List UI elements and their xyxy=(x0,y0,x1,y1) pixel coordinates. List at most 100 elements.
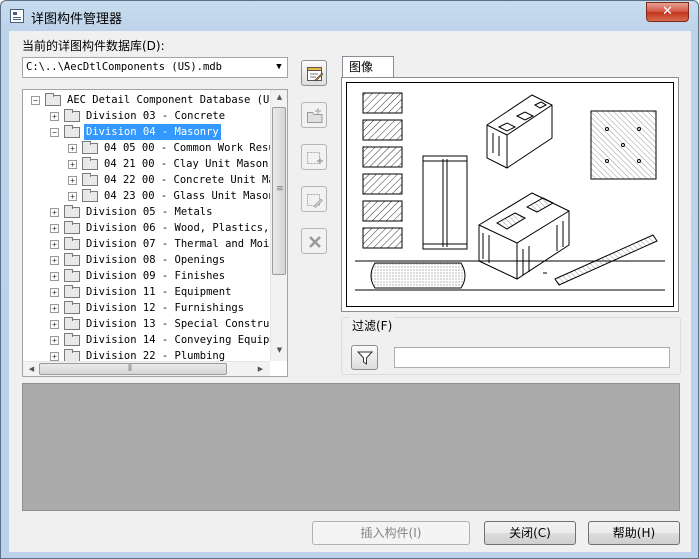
expand-icon[interactable]: + xyxy=(50,224,59,233)
tree-item-label: 04 22 00 - Concrete Unit Masonry xyxy=(104,174,270,186)
scroll-right-icon[interactable]: ▶ xyxy=(253,365,268,373)
tree-item-label: Division 12 - Furnishings xyxy=(86,302,245,314)
edit-component-button[interactable] xyxy=(301,186,327,212)
tree-item-label: Division 05 - Metals xyxy=(86,206,213,218)
app-icon xyxy=(10,9,24,23)
filter-input[interactable] xyxy=(394,347,670,368)
edit-component-icon xyxy=(307,194,323,208)
tree-item-label: 04 23 00 - Glass Unit Masonry xyxy=(104,190,270,202)
expand-icon[interactable]: + xyxy=(68,176,77,185)
chevron-down-icon[interactable]: ▼ xyxy=(271,58,287,77)
title-bar[interactable]: 详图构件管理器 ✕ xyxy=(1,1,698,31)
filter-button[interactable] xyxy=(351,345,378,370)
folder-icon xyxy=(64,269,80,282)
window-title: 详图构件管理器 xyxy=(31,12,123,27)
close-button[interactable]: 关闭(C) xyxy=(484,521,576,545)
expand-icon[interactable]: + xyxy=(50,256,59,265)
collapse-icon[interactable]: − xyxy=(50,128,59,137)
folder-icon xyxy=(64,205,80,218)
tree-item[interactable]: + Division 22 - Plumbing xyxy=(23,348,270,361)
description-panel xyxy=(22,383,680,511)
tree-item[interactable]: + Division 05 - Metals xyxy=(23,204,270,220)
expand-icon[interactable]: + xyxy=(50,208,59,217)
expand-icon[interactable]: + xyxy=(50,288,59,297)
vertical-scroll-thumb[interactable]: ≡ xyxy=(272,107,286,275)
folder-icon xyxy=(82,189,98,202)
folder-icon xyxy=(64,125,80,138)
help-button[interactable]: 帮助(H) xyxy=(588,521,680,545)
folder-icon xyxy=(64,317,80,330)
expand-icon[interactable]: + xyxy=(68,160,77,169)
delete-button[interactable] xyxy=(301,228,327,254)
tree-item[interactable]: +04 21 00 - Clay Unit Masonry xyxy=(23,156,270,172)
expand-icon[interactable]: + xyxy=(68,144,77,153)
delete-icon xyxy=(309,236,321,248)
expand-icon[interactable]: + xyxy=(50,336,59,345)
tree-item-label: Division 11 - Equipment xyxy=(86,286,232,298)
component-tree[interactable]: − AEC Detail Component Database (US) + Divi… xyxy=(22,89,288,377)
new-component-button[interactable] xyxy=(301,144,327,170)
tree-item-label: 04 21 00 - Clay Unit Masonry xyxy=(104,158,270,170)
edit-database-button[interactable] xyxy=(301,60,327,86)
preview-panel xyxy=(341,77,679,312)
expand-icon[interactable]: + xyxy=(50,240,59,249)
grip-icon: ≡ xyxy=(276,184,284,194)
tab-image[interactable]: 图像 xyxy=(342,56,394,78)
tree-item-label: Division 09 - Finishes xyxy=(86,270,226,282)
dialog-window: 详图构件管理器 ✕ 当前的详图构件数据库(D): C:\..\AecDtlCom… xyxy=(0,0,699,559)
horizontal-scroll-thumb[interactable]: ⦀ xyxy=(39,363,227,375)
folder-icon xyxy=(64,301,80,314)
vertical-scrollbar[interactable]: ▲ ≡ ▼ xyxy=(270,90,287,361)
scroll-up-icon[interactable]: ▲ xyxy=(272,93,287,101)
folder-icon xyxy=(82,141,98,154)
folder-icon xyxy=(64,285,80,298)
database-select[interactable]: C:\..\AecDtlComponents (US).mdb ▼ xyxy=(22,57,288,78)
tree-item[interactable]: + Division 03 - Concrete xyxy=(23,108,270,124)
expand-icon[interactable]: + xyxy=(68,192,77,201)
folder-icon xyxy=(64,237,80,250)
tree-item[interactable]: + Division 14 - Conveying Equipment xyxy=(23,332,270,348)
close-window-button[interactable]: ✕ xyxy=(646,2,689,22)
expand-icon[interactable]: + xyxy=(50,352,59,361)
tree-item-label: Division 06 - Wood, Plastics, and Compos… xyxy=(86,222,270,234)
tree-item[interactable]: + Division 09 - Finishes xyxy=(23,268,270,284)
grip-icon: ⦀ xyxy=(128,364,132,374)
filter-label: 过滤(F) xyxy=(350,317,395,334)
scroll-left-icon[interactable]: ◀ xyxy=(24,365,39,373)
filter-group: 过滤(F) xyxy=(341,317,681,375)
funnel-icon xyxy=(357,351,373,365)
tree-item-label: Division 14 - Conveying Equipment xyxy=(86,334,270,346)
tree-item[interactable]: − AEC Detail Component Database (US) xyxy=(23,92,270,108)
folder-icon xyxy=(64,349,80,361)
tree-item[interactable]: + Division 07 - Thermal and Moisture Prot… xyxy=(23,236,270,252)
tree-item[interactable]: + Division 11 - Equipment xyxy=(23,284,270,300)
folder-icon xyxy=(64,109,80,122)
expand-icon[interactable]: + xyxy=(50,272,59,281)
tree-item[interactable]: + Division 13 - Special Construction xyxy=(23,316,270,332)
tree-item[interactable]: +04 05 00 - Common Work Results for Maso… xyxy=(23,140,270,156)
dialog-client: 当前的详图构件数据库(D): C:\..\AecDtlComponents (U… xyxy=(9,31,691,552)
collapse-icon[interactable]: − xyxy=(31,96,40,105)
new-folder-button[interactable] xyxy=(301,102,327,128)
insert-component-button[interactable]: 插入构件(I) xyxy=(312,521,470,545)
horizontal-scrollbar[interactable]: ◀ ⦀ ▶ xyxy=(23,361,270,376)
expand-icon[interactable]: + xyxy=(50,320,59,329)
folder-icon xyxy=(45,93,61,106)
tree-item[interactable]: + Division 08 - Openings xyxy=(23,252,270,268)
tree-item[interactable]: + Division 06 - Wood, Plastics, and Compo… xyxy=(23,220,270,236)
scroll-down-icon[interactable]: ▼ xyxy=(272,346,287,354)
expand-icon[interactable]: + xyxy=(50,112,59,121)
tree-item-label: Division 04 - Masonry xyxy=(84,124,221,140)
tree-item[interactable]: +04 22 00 - Concrete Unit Masonry xyxy=(23,172,270,188)
tree-item[interactable]: +04 23 00 - Glass Unit Masonry xyxy=(23,188,270,204)
tree-item-label: Division 13 - Special Construction xyxy=(86,318,270,330)
component-preview-image xyxy=(346,82,674,307)
database-label: 当前的详图构件数据库(D): xyxy=(22,39,165,53)
expand-icon[interactable]: + xyxy=(50,304,59,313)
tree-item[interactable]: − Division 04 - Masonry xyxy=(23,124,270,140)
tree-item[interactable]: + Division 12 - Furnishings xyxy=(23,300,270,316)
tree-rows: − AEC Detail Component Database (US) + Divi… xyxy=(23,90,270,361)
tree-item-label: Division 08 - Openings xyxy=(86,254,226,266)
folder-icon xyxy=(82,157,98,170)
new-component-icon xyxy=(307,152,323,164)
